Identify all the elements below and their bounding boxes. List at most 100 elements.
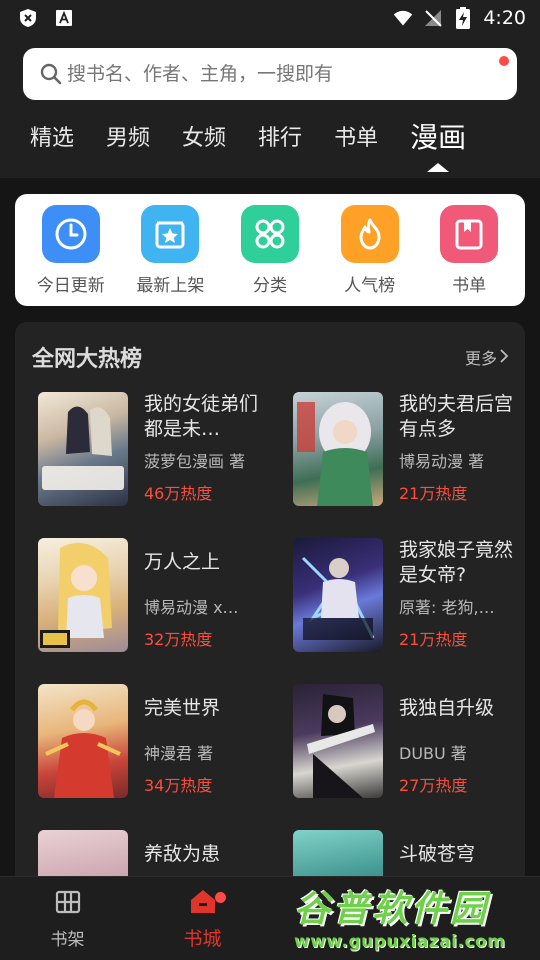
search-icon	[39, 62, 63, 86]
nav-label: 书城	[183, 928, 222, 950]
book-cover	[293, 392, 383, 506]
watermark-text: 谷普软件园	[294, 889, 490, 930]
book-heat: 46万热度	[144, 484, 213, 503]
more-link[interactable]: 更多	[465, 345, 509, 369]
book-title: 我的女徒弟们都是未…	[144, 393, 259, 440]
keyboard-a-icon	[54, 8, 74, 28]
quick-link-categories[interactable]: 分类	[222, 204, 318, 296]
book-heat: 21万热度	[399, 630, 468, 649]
nav-label: 书架	[50, 930, 85, 950]
book-cover	[293, 830, 383, 876]
book-card[interactable]: 我独自升级 DUBU 著 27万热度	[293, 684, 540, 798]
book-heat: 34万热度	[144, 776, 213, 795]
book-title: 万人之上	[144, 551, 221, 573]
tab-booklist[interactable]: 书单	[334, 120, 378, 172]
bookmark-book-icon	[440, 204, 499, 263]
book-author: DUBU 著	[399, 744, 467, 762]
book-card[interactable]: 我家娘子竟然是女帝? 原著: 老狗,… 21万热度	[293, 538, 540, 652]
search-wrap	[0, 36, 540, 100]
book-info: 我的夫君后宫有点多 博易动漫 著 21万热度	[399, 392, 519, 504]
active-tab-indicator	[427, 163, 450, 172]
fire-icon	[340, 204, 399, 263]
tab-comics[interactable]: 漫画	[410, 116, 466, 172]
book-author: 博易动漫 x…	[144, 598, 239, 616]
book-cover	[38, 392, 128, 506]
main-content: 今日更新 最新上架 分类 人气榜 书单 全网大热榜 更多 我的女徒弟们都是未… …	[0, 178, 540, 876]
book-cover	[38, 830, 128, 876]
book-card[interactable]: 我的女徒弟们都是未… 菠萝包漫画 著 46万热度	[38, 392, 293, 506]
tab-comics-label: 漫画	[410, 121, 467, 154]
book-author: 神漫君 著	[144, 744, 214, 762]
house-icon	[188, 886, 218, 920]
no-signal-icon	[423, 8, 443, 28]
quick-link-label: 今日更新	[36, 275, 105, 296]
status-bar: 4:20	[0, 0, 540, 36]
book-grid: 我的女徒弟们都是未… 菠萝包漫画 著 46万热度 我的夫君后宫有点多 博易动漫 …	[15, 392, 525, 876]
notification-dot	[499, 56, 509, 66]
book-author: 博易动漫 著	[399, 451, 485, 470]
book-title: 完美世界	[144, 697, 221, 719]
book-title: 养敌为患	[144, 843, 221, 865]
tab-female[interactable]: 女频	[182, 120, 226, 172]
quick-link-new-arrivals[interactable]: 最新上架	[122, 204, 218, 296]
book-info: 完美世界 神漫君 著 34万热度	[144, 684, 264, 796]
book-heat: 32万热度	[144, 630, 213, 649]
tab-ranking[interactable]: 排行	[258, 120, 302, 172]
book-cover	[38, 538, 128, 652]
notification-dot	[215, 892, 226, 903]
book-title: 我家娘子竟然是女帝?	[399, 539, 514, 586]
quick-link-label: 人气榜	[344, 275, 396, 296]
book-title: 我的夫君后宫有点多	[399, 393, 514, 440]
search-bar[interactable]	[23, 48, 517, 100]
quick-link-today-update[interactable]: 今日更新	[23, 204, 119, 296]
hot-ranking-header: 全网大热榜 更多	[15, 322, 525, 392]
book-heat: 21万热度	[399, 484, 468, 503]
grid-icon	[240, 204, 299, 263]
clock-icon	[41, 204, 100, 263]
watermark: 谷普软件园 www.gupuxiazai.com	[294, 880, 534, 956]
category-tabs: 精选 男频 女频 排行 书单 漫画	[0, 100, 540, 172]
book-info: 斗破苍穹	[399, 830, 519, 876]
section-title: 全网大热榜	[32, 347, 143, 372]
quick-link-label: 最新上架	[136, 275, 205, 296]
status-left	[18, 8, 74, 28]
status-right: 4:20	[393, 7, 526, 29]
book-card[interactable]: 完美世界 神漫君 著 34万热度	[38, 684, 293, 798]
tab-male[interactable]: 男频	[106, 120, 150, 172]
book-cover	[293, 684, 383, 798]
hot-ranking-section: 全网大热榜 更多 我的女徒弟们都是未… 菠萝包漫画 著 46万热度 我的夫君后宫…	[15, 322, 525, 876]
book-info: 养敌为患	[144, 830, 264, 876]
book-info: 我家娘子竟然是女帝? 原著: 老狗,… 21万热度	[399, 538, 519, 650]
watermark-url: www.gupuxiazai.com	[294, 932, 506, 952]
wifi-icon	[393, 8, 413, 28]
quick-link-booklist[interactable]: 书单	[421, 204, 517, 296]
nav-bookshelf[interactable]: 书架	[0, 877, 135, 960]
quick-link-label: 书单	[452, 275, 487, 296]
book-heat: 27万热度	[399, 776, 468, 795]
book-card[interactable]: 养敌为患	[38, 830, 293, 876]
book-cover	[293, 538, 383, 652]
book-info: 万人之上 博易动漫 x… 32万热度	[144, 538, 264, 650]
book-title: 我独自升级	[399, 697, 495, 719]
chevron-right-icon	[499, 348, 509, 367]
search-input[interactable]	[67, 63, 517, 85]
book-card[interactable]: 我的夫君后宫有点多 博易动漫 著 21万热度	[293, 392, 540, 506]
book-card[interactable]: 斗破苍穹	[293, 830, 540, 876]
book-info: 我的女徒弟们都是未… 菠萝包漫画 著 46万热度	[144, 392, 264, 504]
shield-x-icon	[18, 8, 38, 28]
battery-charging-icon	[453, 7, 473, 29]
book-card[interactable]: 万人之上 博易动漫 x… 32万热度	[38, 538, 293, 652]
quick-link-label: 分类	[252, 275, 287, 296]
bookshelf-icon	[53, 887, 83, 921]
book-cover	[38, 684, 128, 798]
status-time: 4:20	[483, 7, 526, 29]
quick-link-popular[interactable]: 人气榜	[322, 204, 418, 296]
book-author: 菠萝包漫画 著	[144, 451, 246, 470]
quick-links-card: 今日更新 最新上架 分类 人气榜 书单	[15, 194, 525, 306]
nav-bookstore[interactable]: 书城	[135, 877, 270, 960]
star-box-icon	[141, 204, 200, 263]
book-title: 斗破苍穹	[399, 843, 476, 865]
more-label: 更多	[464, 349, 497, 368]
tab-featured[interactable]: 精选	[30, 120, 74, 172]
book-info: 我独自升级 DUBU 著 27万热度	[399, 684, 519, 796]
